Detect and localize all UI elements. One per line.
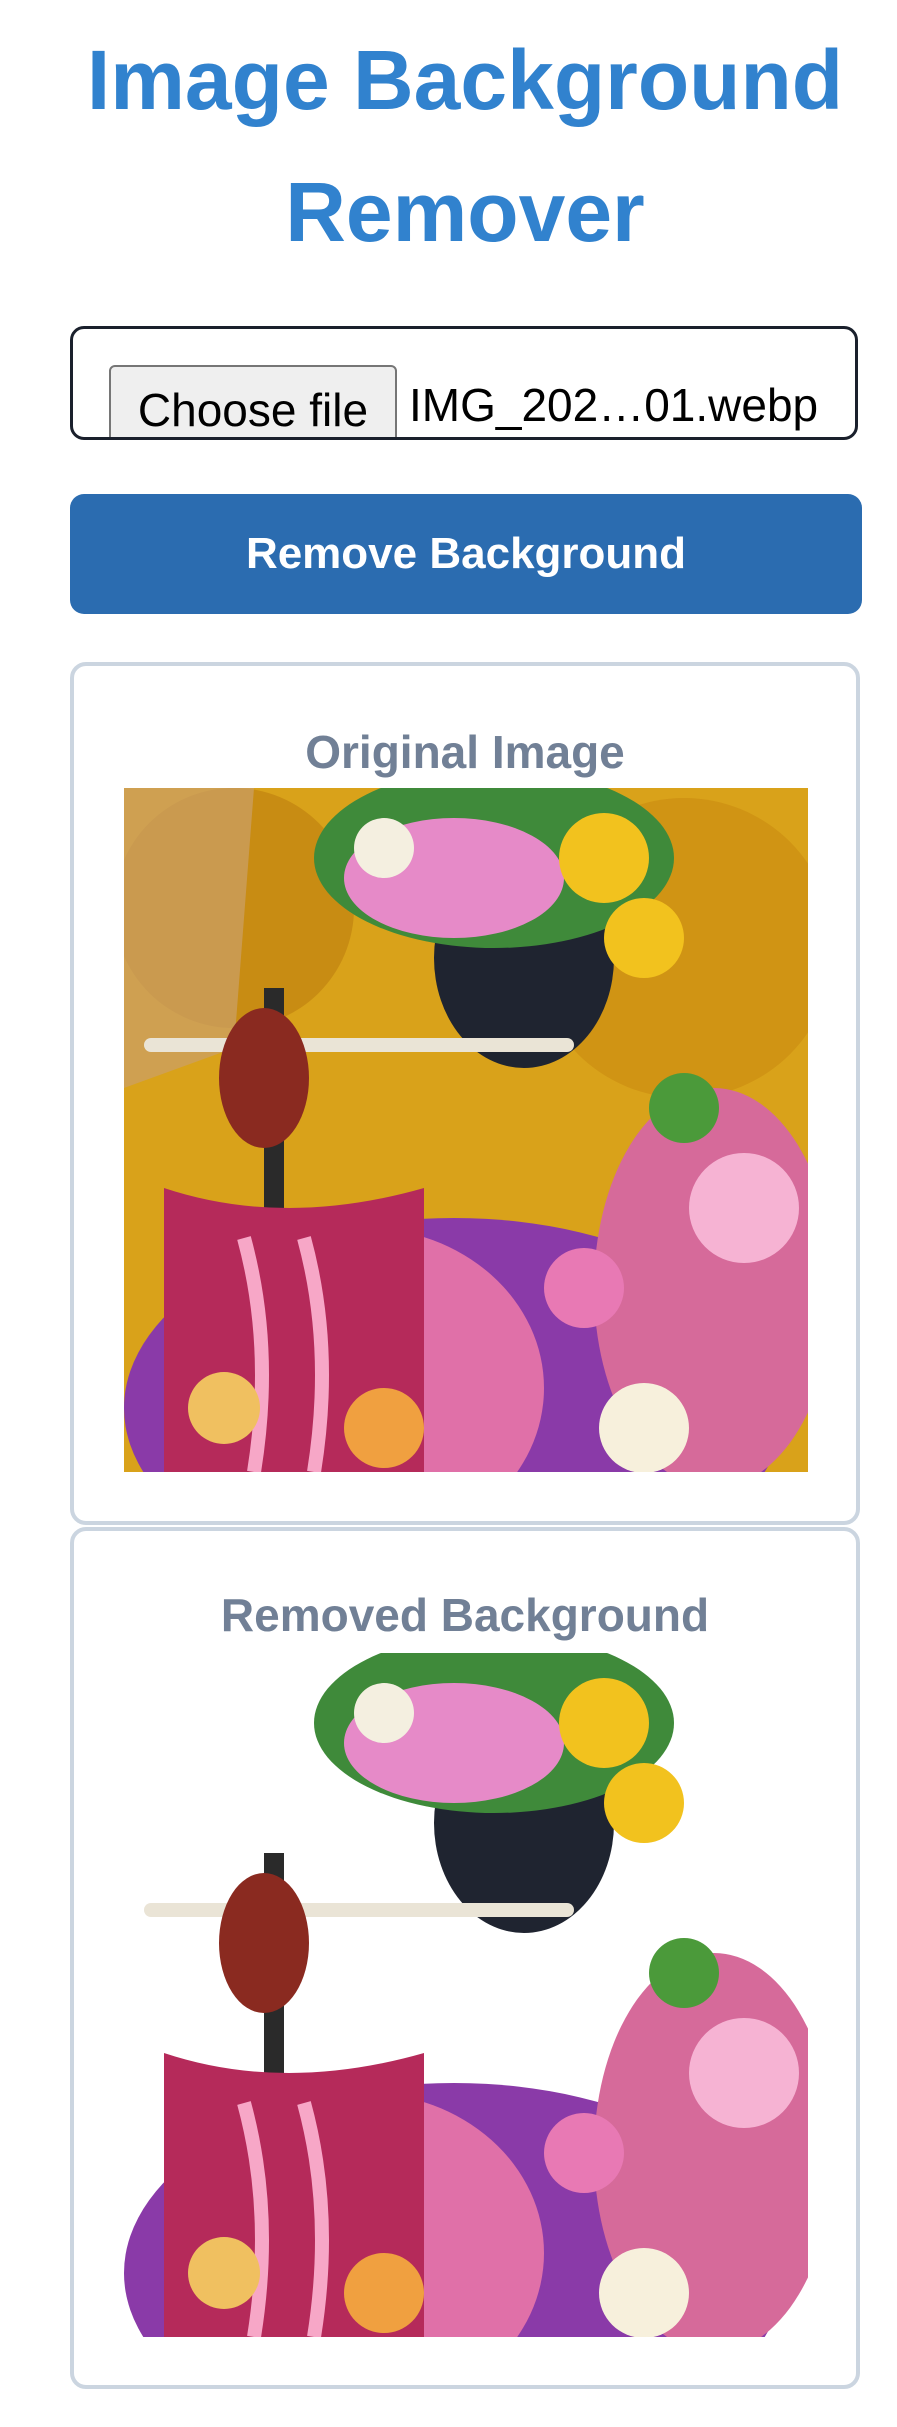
selected-file-name: IMG_202…01.webp	[409, 379, 819, 431]
removed-background-card: Removed Background	[70, 1527, 860, 2389]
original-image-heading: Original Image	[305, 726, 625, 778]
removed-background-heading: Removed Background	[220, 1589, 710, 1641]
choose-file-button[interactable]: Choose file	[109, 365, 397, 437]
remove-background-button[interactable]: Remove Background	[70, 494, 862, 614]
original-image-card: Original Image	[70, 662, 860, 1525]
original-image	[124, 788, 808, 1472]
removed-background-image	[124, 1653, 808, 2337]
page-title: Image Background Remover	[86, 33, 844, 259]
file-input[interactable]: Choose file IMG_202…01.webp	[70, 326, 858, 440]
